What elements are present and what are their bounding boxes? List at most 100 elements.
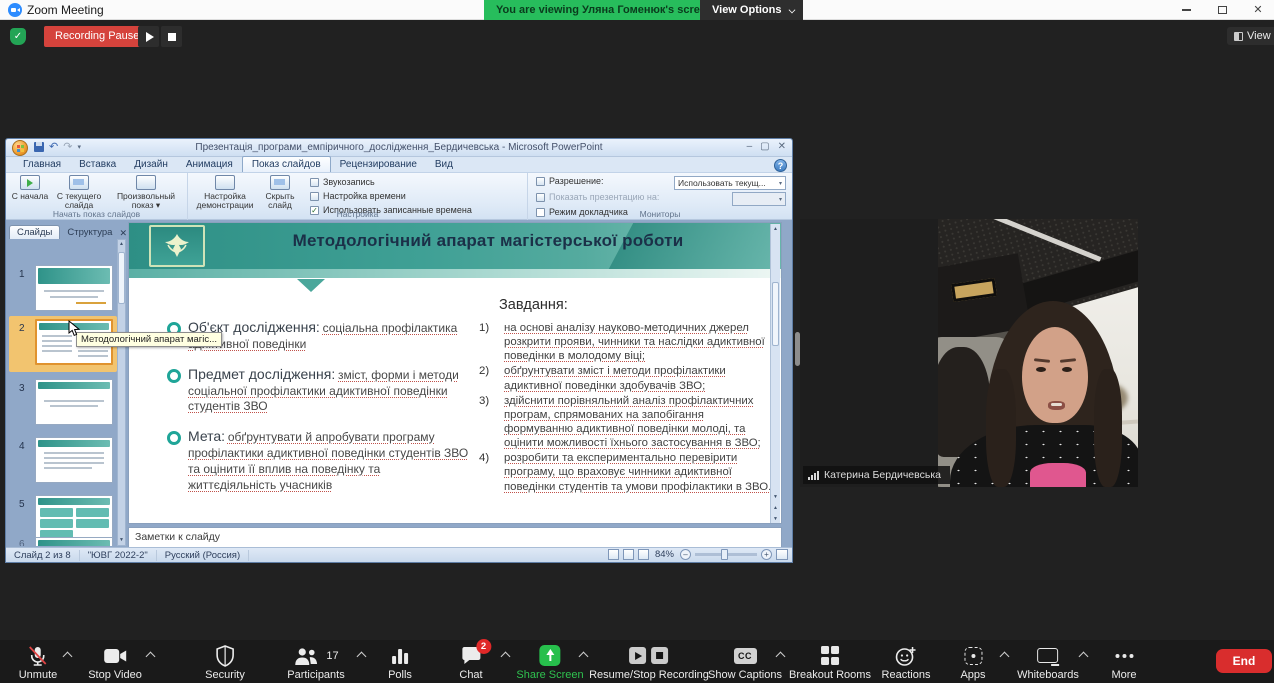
scroll-down-icon[interactable]: ▼: [118, 536, 125, 545]
ppt-close-button[interactable]: ✕: [778, 141, 786, 153]
chat-button[interactable]: 2 Chat: [459, 644, 482, 681]
unmute-options-chevron[interactable]: [63, 652, 73, 662]
mouse-cursor: [68, 320, 81, 337]
help-icon[interactable]: ?: [774, 159, 787, 172]
end-meeting-button[interactable]: End: [1216, 649, 1272, 673]
tab-slides[interactable]: Слайды: [9, 225, 60, 239]
security-button[interactable]: Security: [205, 644, 245, 681]
slide-thumbnail-1[interactable]: [35, 265, 113, 311]
whiteboards-button[interactable]: Whiteboards: [1017, 644, 1079, 681]
status-right-controls: 84% – +: [608, 549, 788, 560]
slideshow-view-icon[interactable]: [638, 549, 649, 560]
slide-thumbnail-5[interactable]: [35, 495, 113, 541]
play-icon: [146, 32, 154, 42]
setup-slideshow-button[interactable]: Настройка демонстрации: [196, 175, 254, 211]
ribbon-group-monitors: Разрешение: Использовать текущ... ▾ Пока…: [528, 173, 792, 220]
ppt-minimize-button[interactable]: –: [747, 141, 753, 153]
tab-view[interactable]: Вид: [426, 157, 462, 172]
stop-recording-button[interactable]: [161, 26, 182, 47]
scroll-down-icon[interactable]: ▼: [771, 492, 780, 502]
participant-name-tag: Катерина Бердичевська: [803, 466, 950, 484]
tab-review[interactable]: Рецензирование: [331, 157, 426, 172]
participants-options-chevron[interactable]: [357, 652, 367, 662]
resume-recording-icon[interactable]: [630, 647, 647, 664]
video-options-chevron[interactable]: [146, 652, 156, 662]
qat-dropdown-icon[interactable]: ▾: [77, 143, 81, 151]
stop-recording-icon[interactable]: [652, 647, 669, 664]
office-button[interactable]: [12, 140, 28, 156]
bullet-goal: Мета: обґрунтувати й апробувати програму…: [167, 428, 469, 493]
reactions-button[interactable]: Reactions: [882, 644, 931, 681]
group-label-setup: Настройка: [188, 209, 527, 219]
tab-insert[interactable]: Вставка: [70, 157, 125, 172]
tab-slideshow[interactable]: Показ слайдов: [242, 156, 331, 172]
tab-home[interactable]: Главная: [14, 157, 70, 172]
normal-view-icon[interactable]: [608, 549, 619, 560]
resume-recording-button[interactable]: [138, 26, 159, 47]
breakout-rooms-icon: [821, 646, 840, 665]
tab-animations[interactable]: Анимация: [177, 157, 242, 172]
maximize-button[interactable]: [1208, 0, 1236, 20]
save-icon[interactable]: [34, 142, 44, 152]
slide-scrollbar[interactable]: ▲ ▼ ▲ ▼: [770, 224, 780, 524]
panel-scroll-thumb[interactable]: [118, 252, 125, 304]
previous-slide-icon[interactable]: ▲: [771, 503, 780, 513]
notes-pane[interactable]: Заметки к слайду: [128, 527, 782, 548]
close-button[interactable]: ✕: [1244, 0, 1272, 20]
view-layout-button[interactable]: View: [1227, 27, 1274, 45]
next-slide-icon[interactable]: ▼: [771, 514, 780, 524]
view-options-button[interactable]: View Options: [700, 0, 803, 20]
stop-video-button[interactable]: Stop Video: [88, 644, 142, 681]
show-captions-button[interactable]: CC Show Captions: [708, 644, 782, 681]
apps-button[interactable]: Apps: [960, 644, 985, 681]
more-label: More: [1111, 669, 1136, 681]
unmute-button[interactable]: Unmute: [19, 644, 58, 681]
breakout-rooms-button[interactable]: Breakout Rooms: [789, 644, 871, 681]
custom-show-label: Произвольный показ: [117, 191, 175, 210]
slide-thumbnail-3[interactable]: [35, 379, 113, 425]
participants-button[interactable]: 17 Participants: [287, 644, 344, 681]
tab-design[interactable]: Дизайн: [125, 157, 177, 172]
scroll-up-icon[interactable]: ▲: [771, 224, 780, 234]
recording-controls[interactable]: Resume/Stop Recording: [589, 644, 709, 681]
unmute-label: Unmute: [19, 669, 58, 681]
record-narration-button[interactable]: Звукозапись: [310, 177, 375, 187]
zoom-slider-thumb[interactable]: [721, 549, 728, 560]
slide-sorter-icon[interactable]: [623, 549, 634, 560]
minimize-button[interactable]: [1172, 0, 1200, 20]
from-beginning-button[interactable]: С начала: [10, 175, 50, 201]
hide-slide-button[interactable]: Скрыть слайд: [258, 175, 302, 211]
clock-icon: [310, 192, 319, 201]
monitor-icon: [536, 193, 545, 202]
from-current-slide-button[interactable]: С текущего слайда: [52, 175, 106, 211]
slide-thumbnail-6[interactable]: [35, 537, 113, 546]
tab-outline[interactable]: Структура: [60, 226, 119, 239]
more-button[interactable]: More: [1111, 644, 1136, 681]
participant-video-tile[interactable]: Катерина Бердичевська: [800, 219, 1138, 487]
rehearse-timings-button[interactable]: Настройка времени: [310, 191, 406, 201]
whiteboards-options-chevron[interactable]: [1079, 652, 1089, 662]
zoom-out-icon[interactable]: –: [680, 549, 691, 560]
resolution-dropdown[interactable]: Использовать текущ... ▾: [674, 176, 786, 190]
task-text: обґрунтувати зміст і методи профілактики…: [504, 365, 726, 391]
share-screen-button[interactable]: Share Screen: [516, 644, 583, 681]
panel-scrollbar[interactable]: ▲ ▼: [117, 239, 126, 546]
slide-thumbnail-4[interactable]: [35, 437, 113, 483]
resolution-icon: [536, 177, 545, 186]
chat-options-chevron[interactable]: [501, 652, 511, 662]
slide-scroll-thumb[interactable]: [772, 282, 779, 346]
zoom-slider[interactable]: [695, 553, 757, 556]
zoom-in-icon[interactable]: +: [761, 549, 772, 560]
ppt-maximize-button[interactable]: ▢: [760, 141, 769, 153]
fit-to-window-icon[interactable]: [776, 549, 788, 560]
apps-options-chevron[interactable]: [1000, 652, 1010, 662]
scroll-up-icon[interactable]: ▲: [118, 240, 125, 249]
language-indicator[interactable]: Русский (Россия): [157, 550, 249, 561]
undo-icon[interactable]: ↶: [49, 142, 58, 152]
slide-canvas[interactable]: Методологічний апарат магістерської робо…: [128, 222, 782, 524]
window-titlebar: Zoom Meeting You are viewing Уляна Гомен…: [0, 0, 1274, 20]
polls-button[interactable]: Polls: [388, 644, 412, 681]
custom-show-button[interactable]: Произвольный показ ▾: [108, 175, 184, 211]
group-label-monitors: Мониторы: [528, 209, 792, 219]
redo-icon[interactable]: ↷: [63, 142, 72, 152]
